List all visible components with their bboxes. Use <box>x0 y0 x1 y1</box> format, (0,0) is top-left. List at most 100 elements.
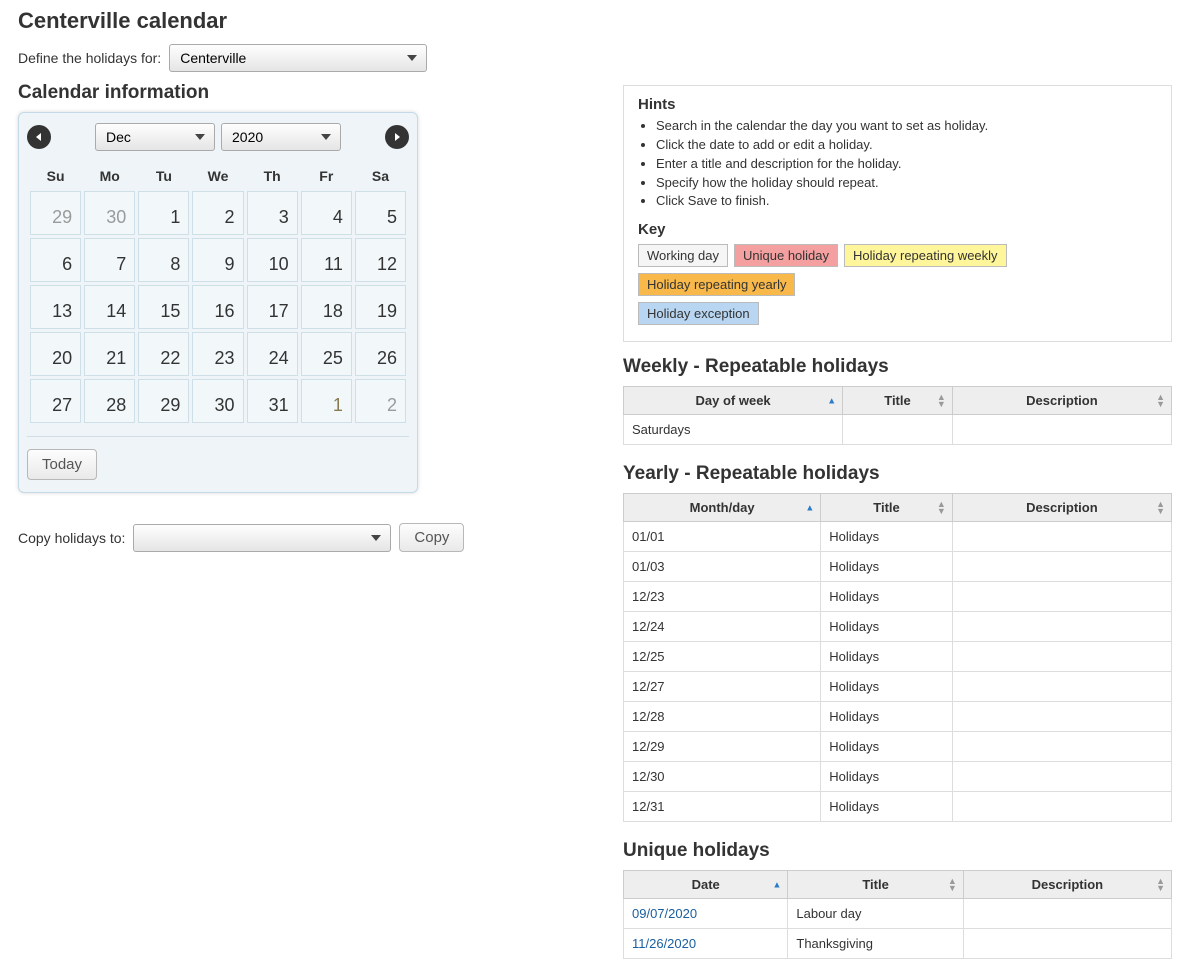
column-header[interactable]: Month/day▲ <box>624 494 821 522</box>
calendar-day[interactable]: 2 <box>355 379 406 423</box>
table-cell: 01/01 <box>624 522 821 552</box>
calendar-day[interactable]: 11 <box>301 238 352 282</box>
table-cell <box>952 522 1171 552</box>
key-weekly: Holiday repeating weekly <box>844 244 1007 267</box>
calendar-day[interactable]: 5 <box>355 191 406 235</box>
sort-icon: ▲▼ <box>1156 394 1165 408</box>
sort-icon: ▲▼ <box>1156 501 1165 515</box>
table-cell <box>963 929 1171 959</box>
next-month-button[interactable] <box>385 125 409 149</box>
column-header[interactable]: Day of week▲ <box>624 387 843 415</box>
dow-header: Mo <box>84 164 135 188</box>
month-select[interactable]: Dec <box>95 123 215 151</box>
column-header[interactable]: Title▲▼ <box>843 387 953 415</box>
calendar-day[interactable]: 16 <box>192 285 243 329</box>
table-cell <box>952 762 1171 792</box>
table-cell: Holidays <box>821 612 953 642</box>
sort-asc-icon: ▲ <box>827 397 836 404</box>
column-header[interactable]: Title▲▼ <box>821 494 953 522</box>
weekly-table: Day of week▲Title▲▼Description▲▼ Saturda… <box>623 386 1172 445</box>
sort-icon: ▲▼ <box>937 501 946 515</box>
calendar-day[interactable]: 9 <box>192 238 243 282</box>
table-cell: Holidays <box>821 672 953 702</box>
calendar-day[interactable]: 25 <box>301 332 352 376</box>
table-row: 12/25Holidays <box>624 642 1172 672</box>
calendar-day[interactable]: 13 <box>30 285 81 329</box>
calendar-day[interactable]: 18 <box>301 285 352 329</box>
column-header[interactable]: Date▲ <box>624 871 788 899</box>
calendar-info-heading: Calendar information <box>18 82 498 104</box>
calendar-day[interactable]: 14 <box>84 285 135 329</box>
table-cell <box>952 672 1171 702</box>
calendar-day[interactable]: 29 <box>138 379 189 423</box>
calendar-day[interactable]: 26 <box>355 332 406 376</box>
calendar-day[interactable]: 6 <box>30 238 81 282</box>
table-cell <box>952 732 1171 762</box>
year-select[interactable]: 2020 <box>221 123 341 151</box>
calendar-day[interactable]: 17 <box>247 285 298 329</box>
hint-item: Click the date to add or edit a holiday. <box>656 136 1157 155</box>
calendar-day[interactable]: 4 <box>301 191 352 235</box>
column-header[interactable]: Title▲▼ <box>788 871 963 899</box>
calendar-day[interactable]: 8 <box>138 238 189 282</box>
unique-heading: Unique holidays <box>623 840 1172 862</box>
hints-heading: Hints <box>638 96 1157 113</box>
calendar-day[interactable]: 1 <box>301 379 352 423</box>
column-header[interactable]: Description▲▼ <box>952 387 1171 415</box>
hints-list: Search in the calendar the day you want … <box>656 117 1157 211</box>
hint-item: Enter a title and description for the ho… <box>656 155 1157 174</box>
table-cell: 12/30 <box>624 762 821 792</box>
dow-header: Th <box>247 164 298 188</box>
calendar-day[interactable]: 29 <box>30 191 81 235</box>
table-cell: 12/29 <box>624 732 821 762</box>
calendar-day[interactable]: 2 <box>192 191 243 235</box>
table-cell: 12/31 <box>624 792 821 822</box>
table-cell: 01/03 <box>624 552 821 582</box>
calendar-day[interactable]: 15 <box>138 285 189 329</box>
calendar-day[interactable]: 7 <box>84 238 135 282</box>
key-exception: Holiday exception <box>638 302 759 325</box>
column-header[interactable]: Description▲▼ <box>952 494 1171 522</box>
calendar-day[interactable]: 21 <box>84 332 135 376</box>
table-row: 12/24Holidays <box>624 612 1172 642</box>
define-select[interactable]: Centerville <box>169 44 427 72</box>
table-cell: Labour day <box>788 899 963 929</box>
calendar-day[interactable]: 22 <box>138 332 189 376</box>
calendar-day[interactable]: 27 <box>30 379 81 423</box>
calendar-day[interactable]: 31 <box>247 379 298 423</box>
calendar-day[interactable]: 12 <box>355 238 406 282</box>
prev-month-button[interactable] <box>27 125 51 149</box>
table-cell: Holidays <box>821 762 953 792</box>
sort-icon: ▲▼ <box>937 394 946 408</box>
table-row: 01/01Holidays <box>624 522 1172 552</box>
calendar-day[interactable]: 23 <box>192 332 243 376</box>
calendar-day[interactable]: 30 <box>84 191 135 235</box>
table-cell: Saturdays <box>624 415 843 445</box>
calendar-day[interactable]: 24 <box>247 332 298 376</box>
table-cell: 12/23 <box>624 582 821 612</box>
holiday-link[interactable]: 11/26/2020 <box>632 936 696 951</box>
table-row: 11/26/2020Thanksgiving <box>624 929 1172 959</box>
table-row: 12/31Holidays <box>624 792 1172 822</box>
copy-button[interactable]: Copy <box>399 523 464 552</box>
define-label: Define the holidays for: <box>18 50 161 66</box>
dow-header: Su <box>30 164 81 188</box>
dow-header: Sa <box>355 164 406 188</box>
yearly-table: Month/day▲Title▲▼Description▲▼ 01/01Holi… <box>623 493 1172 822</box>
table-cell <box>952 415 1171 445</box>
calendar-day[interactable]: 20 <box>30 332 81 376</box>
table-cell: 09/07/2020 <box>624 899 788 929</box>
calendar-day[interactable]: 10 <box>247 238 298 282</box>
calendar-day[interactable]: 30 <box>192 379 243 423</box>
calendar-day[interactable]: 1 <box>138 191 189 235</box>
holiday-link[interactable]: 09/07/2020 <box>632 906 697 921</box>
calendar-day[interactable]: 19 <box>355 285 406 329</box>
today-button[interactable]: Today <box>27 449 97 480</box>
hint-item: Search in the calendar the day you want … <box>656 117 1157 136</box>
column-header[interactable]: Description▲▼ <box>963 871 1171 899</box>
table-cell: 12/28 <box>624 702 821 732</box>
calendar-day[interactable]: 28 <box>84 379 135 423</box>
copy-select[interactable] <box>133 524 391 552</box>
calendar-day[interactable]: 3 <box>247 191 298 235</box>
table-row: 01/03Holidays <box>624 552 1172 582</box>
